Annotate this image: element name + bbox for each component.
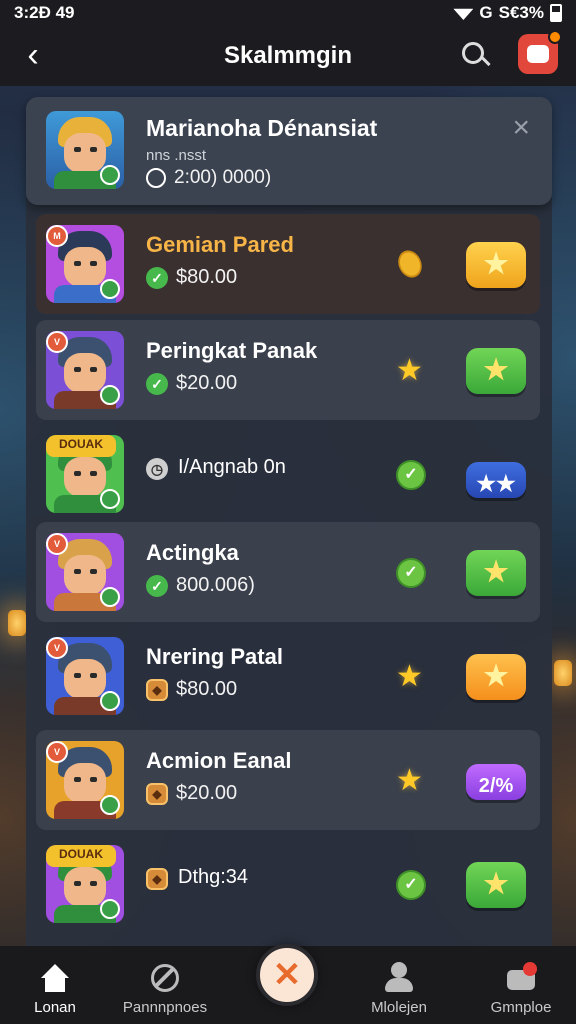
item-avatar: M: [46, 225, 124, 303]
item-name: Gemian Pared: [146, 232, 294, 257]
item-action-button[interactable]: ★: [466, 242, 526, 288]
item-name: Dthg:34: [178, 866, 249, 888]
signal-label: G: [479, 3, 493, 22]
search-icon[interactable]: [460, 40, 494, 74]
nav-inbox[interactable]: Gmnploe: [466, 954, 576, 1024]
item-price-row: ✓ 800.006): [146, 574, 255, 597]
item-avatar: V: [46, 533, 124, 611]
nav-profile[interactable]: Mlolejen: [344, 954, 454, 1024]
back-button[interactable]: ‹: [18, 38, 48, 74]
item-tag: V: [46, 533, 68, 555]
list-item[interactable]: V Actingka ✓ 800.006) ✓ ★: [36, 522, 540, 622]
page-title: Skalmmgin: [223, 42, 353, 69]
item-name: Nrering Patal: [146, 644, 283, 669]
item-name: Peringkat Panak: [146, 338, 318, 363]
coin-icon: [393, 246, 427, 282]
check-icon: ✓: [396, 460, 426, 490]
item-tag: V: [46, 331, 68, 353]
nav-home[interactable]: Lonan: [0, 954, 110, 1024]
nav-explore[interactable]: Pannnpnoes: [110, 954, 220, 1024]
item-price-row: ✓ $80.00: [146, 266, 237, 289]
item-price: $20.00: [176, 782, 238, 804]
item-tag: V: [46, 637, 68, 659]
coin-icon: ◆: [146, 678, 168, 701]
item-price-row: ◷: [146, 458, 168, 480]
featured-sub: nns .nsst: [146, 147, 207, 164]
item-price-row: ◆ $80.00: [146, 678, 237, 701]
item-tag: DOUAK: [46, 845, 116, 867]
check-icon: ✓: [396, 870, 426, 900]
item-name: Actingka: [146, 540, 239, 565]
item-price-row: ◆: [146, 868, 168, 890]
status-bar: 3:2Ð 49 G S€3%: [0, 0, 576, 26]
star-icon: ★: [396, 660, 423, 693]
wifi-icon: [453, 8, 474, 20]
game-bag-icon[interactable]: [518, 30, 562, 74]
gamepad-icon: [146, 168, 166, 188]
featured-name: Marianoha Dénansiat: [146, 115, 378, 141]
featured-card[interactable]: Marianoha Dénansiat nns .nsst 2:00) 0000…: [26, 97, 552, 205]
home-icon: [37, 960, 73, 996]
item-avatar: V: [46, 331, 124, 409]
list-item[interactable]: V Acmion Eanal ◆ $20.00 ★ 2/%: [36, 730, 540, 830]
check-icon: ✓: [146, 574, 168, 597]
featured-amount-row: 2:00) 0000): [146, 167, 271, 189]
item-action-button[interactable]: ★: [466, 348, 526, 394]
item-action-button[interactable]: ★: [466, 550, 526, 596]
item-price: 800.006): [176, 574, 255, 596]
clock-icon: ◷: [146, 458, 168, 480]
item-price-row: ◆ $20.00: [146, 782, 237, 805]
item-price: $80.00: [176, 678, 238, 700]
coin-icon: ◆: [146, 782, 168, 805]
item-avatar: V: [46, 741, 124, 819]
lantern-left: [8, 610, 26, 636]
close-icon[interactable]: ×: [512, 111, 530, 145]
featured-avatar: [46, 111, 124, 189]
check-icon: ✓: [146, 372, 168, 395]
item-avatar: V: [46, 637, 124, 715]
item-tag: M: [46, 225, 68, 247]
status-time: 3:2Ð 49: [14, 3, 75, 22]
item-action-button[interactable]: ★★: [466, 462, 526, 498]
battery-label: S€3%: [498, 3, 544, 22]
nav-explore-label: Pannnpnoes: [122, 999, 208, 1016]
check-icon: ✓: [396, 558, 426, 588]
center-action-button[interactable]: ✕: [256, 944, 318, 1006]
app-header: ‹ Skalmmgin: [0, 26, 576, 86]
item-tag: V: [46, 741, 68, 763]
star-icon: ★: [396, 764, 423, 797]
item-action-button[interactable]: ★: [466, 862, 526, 908]
list-item[interactable]: V Nrering Patal ◆ $80.00 ★ ★: [36, 626, 540, 726]
list-item[interactable]: M Gemian Pared ✓ $80.00 ★: [36, 214, 540, 314]
item-action-button[interactable]: ★: [466, 654, 526, 700]
battery-icon: [550, 4, 562, 22]
inbox-icon: [503, 960, 539, 996]
notification-dot: [548, 30, 562, 44]
check-icon: ✓: [146, 266, 168, 289]
status-icons: G S€3%: [453, 3, 562, 23]
center-action-icon: ✕: [272, 956, 302, 994]
item-tag: DOUAK: [46, 435, 116, 457]
list-item[interactable]: DOUAK Dthg:34 ◆ ✓ ★: [36, 834, 540, 934]
list-item[interactable]: V Peringkat Panak ✓ $20.00 ★ ★: [36, 320, 540, 420]
star-icon: ★: [396, 354, 423, 387]
item-price-row: ✓ $20.00: [146, 372, 237, 395]
item-price: $20.00: [176, 372, 238, 394]
profile-icon: [381, 960, 417, 996]
featured-amount: 2:00) 0000): [174, 167, 272, 188]
list-item[interactable]: DOUAK I/Angnab 0n ◷ ✓ ★★: [36, 424, 540, 524]
item-avatar: DOUAK: [46, 435, 124, 513]
item-name: Acmion Eanal: [146, 748, 292, 773]
item-avatar: DOUAK: [46, 845, 124, 923]
nav-profile-label: Mlolejen: [371, 999, 427, 1016]
lantern-right: [554, 660, 572, 686]
item-name: I/Angnab 0n: [178, 456, 286, 478]
coin-icon: ◆: [146, 868, 168, 890]
item-action-button[interactable]: 2/%: [466, 764, 526, 800]
nav-inbox-label: Gmnploe: [490, 999, 552, 1016]
nav-home-label: Lonan: [34, 999, 76, 1016]
compass-icon: [147, 960, 183, 996]
item-price: $80.00: [176, 266, 238, 288]
